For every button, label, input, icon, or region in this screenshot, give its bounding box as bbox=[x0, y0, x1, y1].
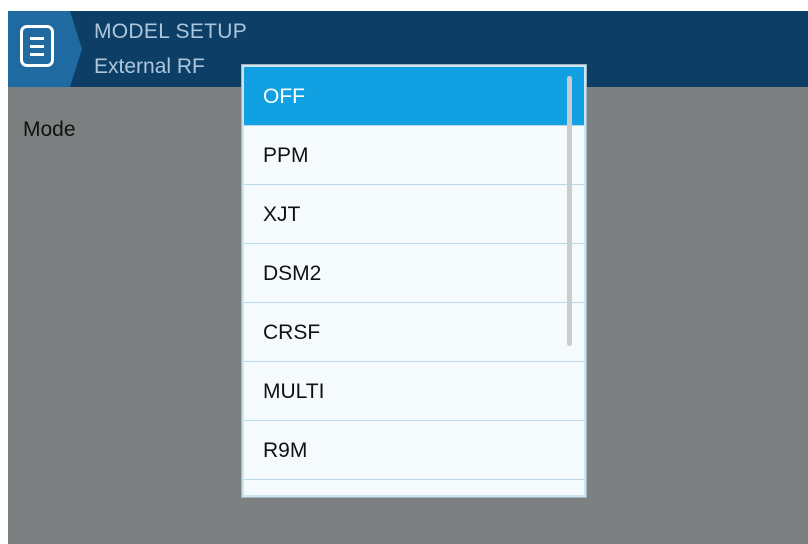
dropdown-option-off[interactable]: OFF bbox=[244, 67, 584, 126]
dropdown-option-label: MULTI bbox=[263, 380, 325, 403]
menu-button[interactable] bbox=[8, 11, 82, 87]
dropdown-option-label: XJT bbox=[263, 203, 301, 226]
dropdown-option-multi[interactable]: MULTI bbox=[244, 362, 584, 421]
dropdown-option-label: PPM bbox=[263, 144, 309, 167]
radio-screen: MODEL SETUP External RF Mode OFF PPM XJT… bbox=[8, 11, 808, 544]
dropdown-option-xjt[interactable]: XJT bbox=[244, 185, 584, 244]
dropdown-option-dsm2[interactable]: DSM2 bbox=[244, 244, 584, 303]
dropdown-option-label: DSM2 bbox=[263, 262, 322, 285]
dropdown-option-label: OFF bbox=[263, 85, 305, 108]
dropdown-option-label: CRSF bbox=[263, 321, 321, 344]
mode-dropdown-list[interactable]: OFF PPM XJT DSM2 CRSF MULTI R9M bbox=[242, 65, 586, 497]
dropdown-option-r9m[interactable]: R9M bbox=[244, 421, 584, 480]
page-title: MODEL SETUP bbox=[94, 20, 248, 43]
dropdown-option-label: R9M bbox=[263, 439, 308, 462]
dropdown-option-ppm[interactable]: PPM bbox=[244, 126, 584, 185]
dropdown-option-crsf[interactable]: CRSF bbox=[244, 303, 584, 362]
dropdown-scrollbar[interactable] bbox=[567, 76, 572, 346]
page-subtitle: External RF bbox=[94, 55, 205, 78]
mode-label: Mode bbox=[23, 118, 76, 141]
menu-icon bbox=[20, 25, 54, 67]
